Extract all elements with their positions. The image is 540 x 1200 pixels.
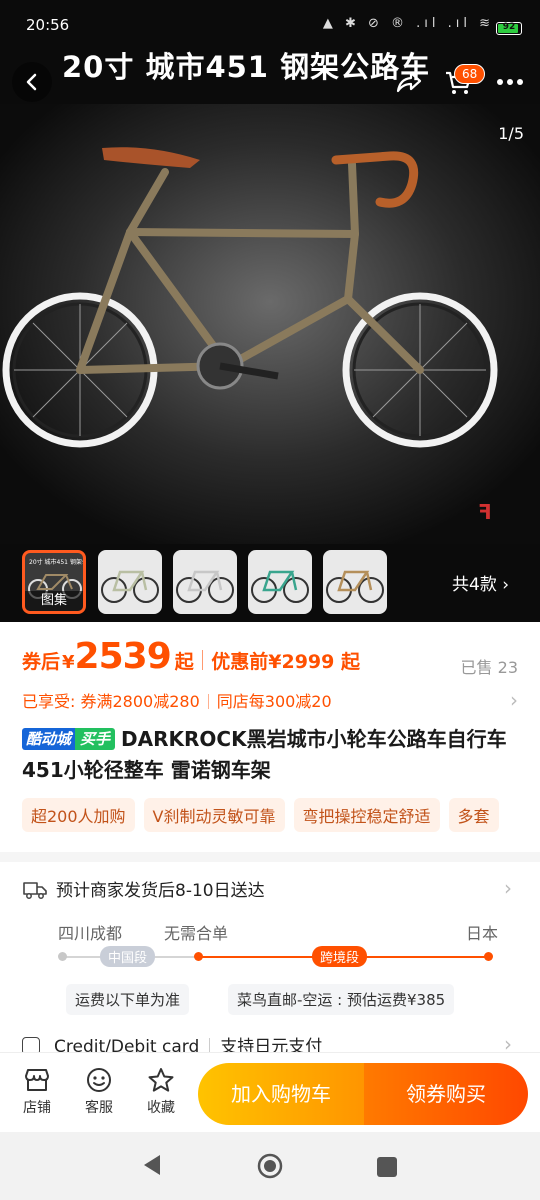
status-bar: 20:56 ▲ ✱ ⊘ ® .ıl .ıl ≋ 92 [0,0,540,40]
thumbnail-strip: 20寸 城市451 钢架公路车 图集 [0,546,540,622]
price-suffix: 起 [174,651,194,673]
chevron-right-icon: › [502,575,510,595]
route-merge: 无需合单 [164,924,229,943]
after-coupon-label: 券后 [22,651,61,673]
route-dot [484,952,493,961]
original-price: 优惠前¥2999 起 [211,651,360,673]
feature-chip: 超200人加购 [22,798,135,832]
hero-title: 20寸 城市451 钢架公路车 [62,50,431,84]
shipping-card[interactable]: 预计商家发货后8-10日送达 › 四川成都 无需合单 日本 中国段 跨境段 运费… [0,862,540,1058]
more-button[interactable] [490,62,530,102]
feature-chip: 多套 [448,798,499,832]
share-button[interactable] [388,62,428,102]
price-value: 2539 [74,636,172,677]
customer-service-icon [87,1068,111,1092]
variants-link[interactable]: 共4款 › [452,570,509,595]
promo-prefix: 已享受: [22,692,76,711]
battery-icon: 92 [496,22,522,35]
nav-recents-icon[interactable] [376,1156,398,1178]
store-icon [25,1069,49,1091]
chevron-right-icon: › [510,688,518,712]
system-navigation-bar [0,1132,540,1200]
thumbnail-5[interactable] [323,550,387,614]
nav-back-icon[interactable] [140,1152,164,1178]
image-counter: 1/5 [498,124,524,143]
bottom-action-bar: 店铺 客服 收藏 加入购物车 领券购买 [0,1052,540,1132]
service-button[interactable]: 客服 [74,1067,124,1117]
buyer-badge: 买手 [75,728,116,750]
segment-cross-border: 跨境段 [312,946,368,967]
price-currency: ¥ [62,652,75,673]
favorite-button[interactable]: 收藏 [136,1067,186,1117]
feature-chip: 弯把操控稳定舒适 [293,798,440,832]
delivery-estimate-text: 预计商家发货后8-10日送达 [56,881,265,901]
buy-button[interactable]: 领券购买 [364,1063,528,1125]
price-card: 券后 ¥2539 起优惠前¥2999 起 已售 23 已享受: 券满2800减280… [0,622,540,852]
route-dot [58,952,67,961]
share-icon [396,71,422,93]
store-badge: 酷动城 [22,728,76,750]
more-icon [497,79,523,85]
thumbnail-bicycle-icon [326,570,384,603]
cross-border-fee-note: 菜鸟直邮-空运 : 预估运费¥385 [228,984,455,1015]
gallery-tag: 图集 [25,591,83,611]
add-to-cart-button[interactable]: 加入购物车 [198,1063,364,1125]
battery-level: 92 [502,22,516,32]
variants-label: 共4款 [452,575,497,595]
product-gallery[interactable]: 20:56 ▲ ✱ ⊘ ® .ıl .ıl ≋ 92 20寸 城市451 钢架公… [0,0,540,622]
thumbnail-1[interactable]: 20寸 城市451 钢架公路车 图集 [22,550,86,614]
segment-domestic: 中国段 [100,946,156,967]
thumbnail-bicycle-icon [176,570,234,603]
star-icon [148,1068,174,1092]
thumbnail-4[interactable] [248,550,312,614]
feature-chip: V刹制动灵敏可靠 [143,798,285,832]
brand-watermark-icon: ꟻ [478,500,492,524]
feature-chips: 超200人加购 V刹制动灵敏可靠 弯把操控稳定舒适 多套 [22,798,540,834]
thumbnail-3[interactable] [173,550,237,614]
price-row: 券后 ¥2539 起优惠前¥2999 起 [22,636,522,686]
truck-icon [23,882,47,899]
store-button[interactable]: 店铺 [12,1067,62,1117]
thumbnail-2[interactable] [98,550,162,614]
delivery-estimate[interactable]: 预计商家发货后8-10日送达 [22,876,265,901]
thumbnail-bicycle-icon [251,570,309,603]
route-dot [194,952,203,961]
price-divider [201,650,204,670]
promotion-row[interactable]: 已享受: 券满2800减280 同店每300减20 [22,688,518,712]
chevron-right-icon: › [504,876,512,900]
domestic-fee-note: 运费以下单为准 [66,984,190,1015]
route-destination: 日本 [465,924,498,943]
status-time: 20:56 [26,16,70,34]
store-label: 店铺 [23,1100,51,1116]
promo-coupon: 券满2800减280 [80,692,200,711]
back-button[interactable] [12,62,52,102]
shipping-route: 四川成都 无需合单 日本 中国段 跨境段 运费以下单为准 菜鸟直邮-空运 : 预… [58,920,498,1030]
promo-store: 同店每300减20 [216,692,332,711]
route-origin: 四川成都 [58,924,123,943]
product-title: 酷动城 买手 DARKROCK黑岩城市小轮车公路车自行车 451小轮径整车 雷诺钢车… [22,724,522,786]
cart-count-badge: 68 [454,64,486,84]
product-image-bicycle[interactable] [0,104,540,544]
back-arrow-icon [26,73,37,91]
status-icons: ▲ ✱ ⊘ ® .ıl .ıl ≋ [322,16,494,31]
service-label: 客服 [85,1100,113,1116]
favorite-label: 收藏 [147,1100,175,1116]
thumbnail-bicycle-icon [101,570,159,603]
nav-home-icon[interactable] [256,1152,284,1180]
sold-count: 已售 23 [460,658,518,677]
